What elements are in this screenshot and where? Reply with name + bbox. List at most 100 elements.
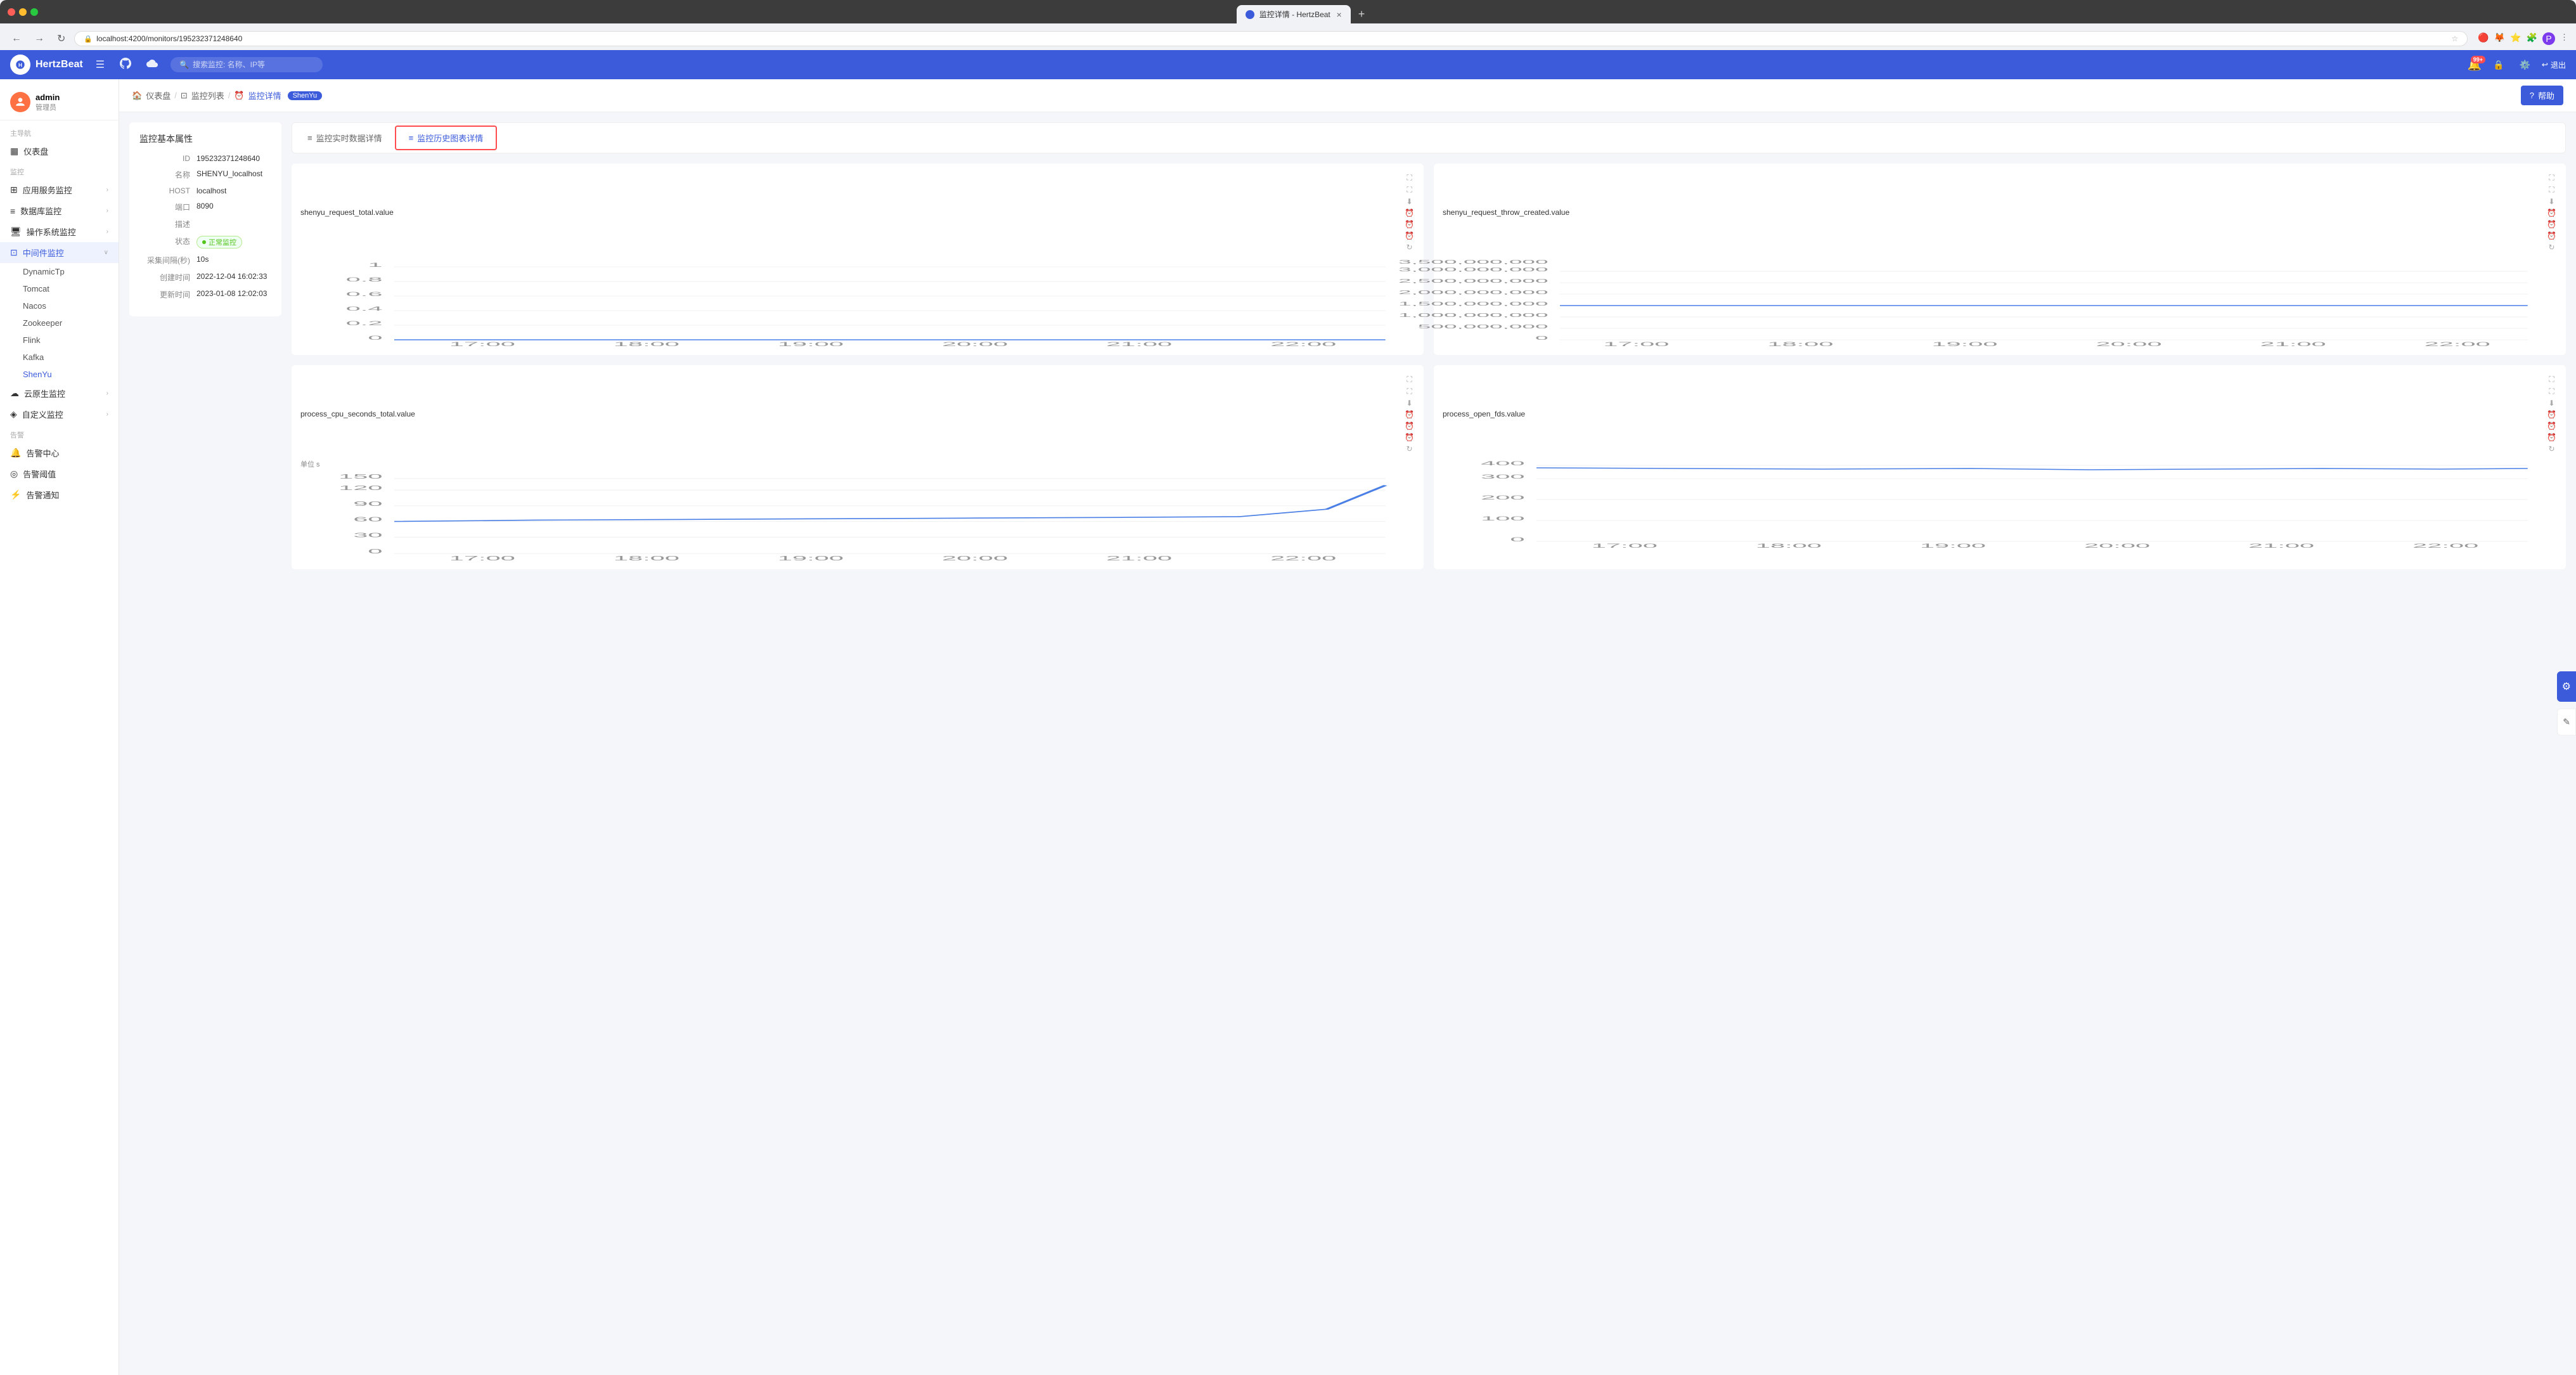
db-monitor-icon: ≡ — [10, 206, 15, 216]
breadcrumb-sep2: / — [228, 91, 231, 100]
chart-fullscreen-btn-2[interactable]: ⛶ — [2546, 172, 2557, 183]
chart-copy-btn-3[interactable]: ⛶ — [1404, 386, 1415, 397]
chart-refresh-btn-3[interactable]: ↻ — [1404, 444, 1415, 454]
sidebar-sub-kafka[interactable]: Kafka — [0, 349, 119, 366]
info-table: ID 195232371248640 名称 SHENYU_localhost H… — [139, 154, 271, 300]
ext-icon-2[interactable]: 🦊 — [2494, 32, 2505, 45]
chart-time2-btn-1[interactable]: ⏰ — [1404, 219, 1415, 229]
chart-time-btn-1[interactable]: ⏰ — [1404, 208, 1415, 218]
sidebar-sub-flink[interactable]: Flink — [0, 332, 119, 349]
floating-edit-btn[interactable]: ✎ — [2557, 709, 2576, 736]
traffic-light-yellow[interactable] — [19, 8, 27, 16]
svg-text:400: 400 — [1481, 460, 1524, 467]
info-row-status: 状态 正常监控 — [139, 236, 271, 249]
chart-download-btn-4[interactable]: ⬇ — [2546, 398, 2557, 408]
sidebar-item-label: 应用服务监控 — [23, 184, 72, 196]
chart-download-btn-2[interactable]: ⬇ — [2546, 197, 2557, 207]
os-monitor-icon: 🖥 — [10, 226, 22, 237]
chart-fullscreen-btn-1[interactable]: ⛶ — [1404, 172, 1415, 183]
sidebar-item-middleware-monitor[interactable]: ⊡ 中间件监控 ∨ — [0, 242, 119, 263]
sidebar-item-cloud-monitor[interactable]: ☁ 云原生监控 › — [0, 383, 119, 404]
ext-icon-3[interactable]: ⭐ — [2510, 32, 2521, 45]
svg-text:18:00: 18:00 — [614, 341, 679, 347]
breadcrumb-list[interactable]: 监控列表 — [191, 89, 224, 101]
lock-btn[interactable]: 🔒 — [2489, 57, 2508, 73]
sidebar-item-label: 云原生监控 — [24, 387, 65, 399]
browser-tab[interactable]: 监控详情 - HertzBeat × — [1237, 5, 1351, 23]
chart-fullscreen-btn-3[interactable]: ⛶ — [1404, 374, 1415, 385]
sidebar-item-db-monitor[interactable]: ≡ 数据库监控 › — [0, 200, 119, 221]
search-input[interactable] — [193, 60, 314, 69]
notif-badge: 99+ — [2471, 56, 2485, 63]
chart-time2-btn-4[interactable]: ⏰ — [2546, 421, 2557, 431]
help-btn[interactable]: ? 帮助 — [2521, 86, 2563, 105]
sidebar-item-alert-notify[interactable]: ⚡ 告警通知 — [0, 484, 119, 505]
new-tab-btn[interactable]: + — [1353, 5, 1370, 23]
menu-toggle-btn[interactable]: ☰ — [93, 56, 107, 74]
sidebar-item-app-monitor[interactable]: ⊞ 应用服务监控 › — [0, 179, 119, 200]
chart-time-btn-4[interactable]: ⏰ — [2546, 410, 2557, 420]
exit-btn[interactable]: ↩ 退出 — [2542, 60, 2566, 70]
sidebar-sub-dynamictp[interactable]: DynamicTp — [0, 263, 119, 280]
chevron-right-icon: › — [106, 390, 108, 397]
chart-header-3: process_cpu_seconds_total.value ⛶ ⛶ ⬇ ⏰ … — [300, 374, 1415, 454]
sidebar-sub-zookeeper[interactable]: Zookeeper — [0, 314, 119, 332]
history-tab-icon: ≡ — [409, 133, 414, 143]
chart-copy-btn-1[interactable]: ⛶ — [1404, 184, 1415, 195]
nav-refresh-btn[interactable]: ↻ — [53, 31, 69, 46]
chart-time3-btn-2[interactable]: ⏰ — [2546, 231, 2557, 241]
info-label-port: 端口 — [139, 202, 190, 212]
settings-btn[interactable]: ⚙️ — [2515, 57, 2534, 73]
sidebar-sub-tomcat[interactable]: Tomcat — [0, 280, 119, 297]
sidebar-item-custom-monitor[interactable]: ◈ 自定义监控 › — [0, 404, 119, 425]
address-bar[interactable]: 🔒 localhost:4200/monitors/19523237124864… — [74, 31, 2468, 46]
chart-actions-3: ⛶ ⛶ ⬇ ⏰ ⏰ ⏰ ↻ — [1404, 374, 1415, 454]
ext-icon-5[interactable]: P — [2542, 32, 2555, 45]
traffic-light-green[interactable] — [30, 8, 38, 16]
more-icon[interactable]: ⋮ — [2560, 32, 2568, 45]
sidebar-sub-shenyu[interactable]: ShenYu — [0, 366, 119, 383]
chart-copy-btn-2[interactable]: ⛶ — [2546, 184, 2557, 195]
notification-btn[interactable]: 🔔 99+ — [2468, 58, 2482, 72]
chart-refresh-btn-1[interactable]: ↻ — [1404, 242, 1415, 252]
svg-text:120: 120 — [338, 485, 382, 492]
sidebar-item-alert-center[interactable]: 🔔 告警中心 — [0, 442, 119, 463]
info-label-id: ID — [139, 154, 190, 163]
breadcrumb-home[interactable]: 仪表盘 — [146, 89, 171, 101]
chart-time3-btn-1[interactable]: ⏰ — [1404, 231, 1415, 241]
chart-card-1: shenyu_request_total.value ⛶ ⛶ ⬇ ⏰ ⏰ ⏰ ↻ — [292, 164, 1424, 355]
svg-text:21:00: 21:00 — [2248, 543, 2314, 549]
nav-back-btn[interactable]: ← — [8, 32, 25, 46]
chart-time2-btn-3[interactable]: ⏰ — [1404, 421, 1415, 431]
chart-title-4: process_open_fds.value — [1443, 410, 1525, 418]
chart-refresh-btn-2[interactable]: ↻ — [2546, 242, 2557, 252]
chart-time3-btn-4[interactable]: ⏰ — [2546, 432, 2557, 442]
tab-history[interactable]: ≡ 监控历史图表详情 — [395, 126, 498, 150]
chart-refresh-btn-4[interactable]: ↻ — [2546, 444, 2557, 454]
sidebar-sub-nacos[interactable]: Nacos — [0, 297, 119, 314]
chart-download-btn-3[interactable]: ⬇ — [1404, 398, 1415, 408]
chart-time2-btn-2[interactable]: ⏰ — [2546, 219, 2557, 229]
sidebar-item-label: 操作系统监控 — [27, 226, 76, 238]
chart-copy-btn-4[interactable]: ⛶ — [2546, 386, 2557, 397]
chart-time-btn-2[interactable]: ⏰ — [2546, 208, 2557, 218]
sidebar-item-dashboard[interactable]: ▦ 仪表盘 — [0, 141, 119, 162]
chart-time3-btn-3[interactable]: ⏰ — [1404, 432, 1415, 442]
traffic-light-red[interactable] — [8, 8, 15, 16]
tab-close-btn[interactable]: × — [1337, 10, 1342, 20]
ext-icon-4[interactable]: 🧩 — [2527, 32, 2537, 45]
svg-text:0.4: 0.4 — [346, 306, 383, 312]
chart-download-btn-1[interactable]: ⬇ — [1404, 197, 1415, 207]
cloud-btn[interactable] — [144, 55, 160, 75]
sidebar-item-alert-threshold[interactable]: ◎ 告警阈值 — [0, 463, 119, 484]
nav-forward-btn[interactable]: → — [30, 32, 48, 46]
floating-settings-btn[interactable]: ⚙ — [2557, 671, 2576, 702]
search-bar[interactable]: 🔍 — [171, 57, 323, 72]
chart-time-btn-3[interactable]: ⏰ — [1404, 410, 1415, 420]
sidebar-item-os-monitor[interactable]: 🖥 操作系统监控 › — [0, 221, 119, 242]
ext-icon-1[interactable]: 🔴 — [2478, 32, 2489, 45]
github-btn[interactable] — [117, 55, 134, 75]
tab-realtime[interactable]: ≡ 监控实时数据详情 — [295, 126, 395, 150]
chart-fullscreen-btn-4[interactable]: ⛶ — [2546, 374, 2557, 385]
bookmark-icon[interactable]: ☆ — [2451, 34, 2458, 43]
